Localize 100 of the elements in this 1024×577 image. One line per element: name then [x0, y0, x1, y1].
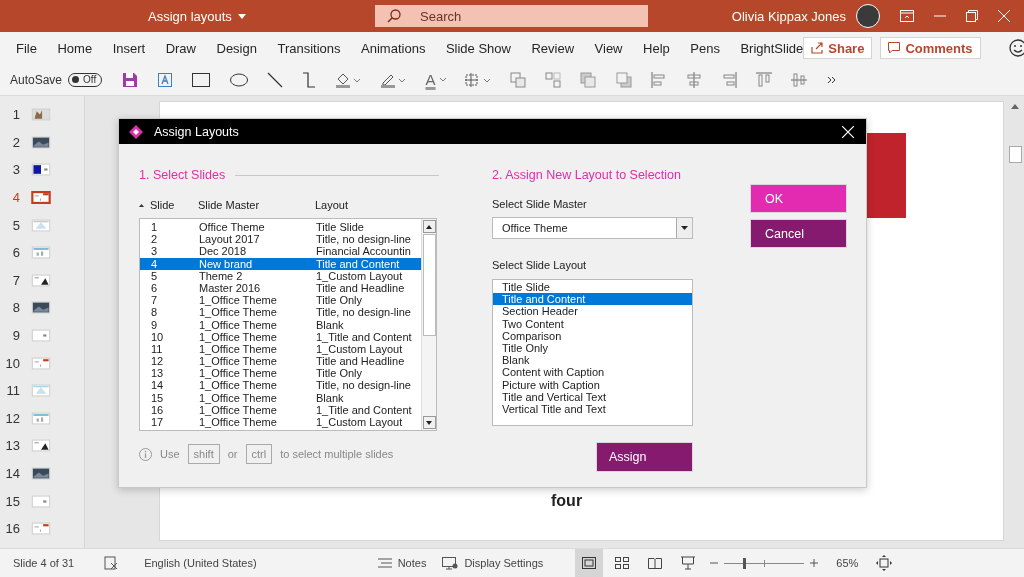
scroll-up-button[interactable]	[422, 220, 436, 233]
grid-icon	[615, 557, 630, 569]
slide-number: 9	[11, 328, 20, 344]
slide-row[interactable]: 4 New brand Title and Content	[140, 257, 421, 270]
text-box-icon[interactable]	[157, 71, 174, 88]
ribbon-tab[interactable]: Review	[531, 40, 575, 56]
slide-row[interactable]: 12 1_Office Theme Title and Headline	[140, 355, 421, 368]
shape-fill-icon[interactable]	[335, 71, 362, 88]
slide-count: Slide 4 of 31	[13, 557, 75, 569]
slide-row[interactable]: 3 Dec 2018 Financial Accountin	[140, 245, 421, 258]
layout-option[interactable]: Title Slide	[493, 281, 692, 294]
restore-icon[interactable]	[966, 10, 978, 22]
user-name: Olivia Kippax Jones	[731, 8, 846, 24]
column-header[interactable]: Layout	[315, 199, 349, 211]
diamond-logo-icon	[128, 123, 144, 140]
layout-option[interactable]: Title Only	[493, 341, 692, 355]
layout-option[interactable]: Two Content	[493, 317, 692, 330]
slide-row[interactable]: 17 1_Office Theme 1_Custom Layout	[140, 416, 421, 429]
slide-number: 14	[4, 466, 20, 481]
slide-number: 8	[11, 300, 20, 316]
scrollbar-thumb[interactable]	[422, 234, 436, 336]
zoom-slider-thumb[interactable]	[742, 557, 746, 569]
layout-option[interactable]: Picture with Caption	[493, 378, 692, 391]
layout-option[interactable]: Comparison	[493, 329, 692, 342]
slide-row[interactable]: 9 1_Office Theme Blank	[140, 318, 421, 331]
scroll-down-button[interactable]	[422, 416, 436, 429]
ribbon-tab[interactable]: Slide Show	[445, 40, 511, 56]
ribbon-tab[interactable]: BrightSlide	[740, 40, 804, 56]
arrange-icon[interactable]	[464, 71, 491, 88]
slide-row[interactable]: 15 1_Office Theme Blank	[140, 391, 421, 404]
line-icon[interactable]	[266, 71, 283, 88]
slide-thumbnail[interactable]	[31, 191, 51, 205]
slide-row[interactable]: 16 1_Office Theme 1_Title and Content	[140, 403, 421, 416]
close-icon[interactable]	[842, 125, 854, 138]
slide-row[interactable]: 7 1_Office Theme Title Only	[140, 294, 421, 307]
ribbon-tab[interactable]: Home	[57, 40, 93, 56]
slide-row[interactable]: 5 Theme 2 1_Custom Layout	[140, 269, 421, 282]
align-middle-icon[interactable]	[791, 71, 808, 88]
layout-option[interactable]: Title and Vertical Text	[493, 390, 692, 403]
connector-icon[interactable]	[302, 71, 316, 88]
dropdown-arrow-icon	[681, 226, 688, 230]
scroll-up-icon[interactable]	[1011, 104, 1019, 109]
normal-view-button[interactable]	[575, 549, 604, 577]
slide-row[interactable]: 8 1_Office Theme Title, no design-line	[140, 306, 421, 319]
ribbon-tab[interactable]: Insert	[112, 40, 146, 56]
ribbon-tab[interactable]: Design	[216, 40, 257, 56]
zoom-in-icon[interactable]	[810, 559, 819, 567]
comments-button[interactable]: Comments	[880, 37, 981, 59]
cancel-button[interactable]: Cancel	[750, 219, 847, 248]
info-icon	[139, 447, 152, 461]
slide-row[interactable]: 10 1_Office Theme 1_Title and Content	[140, 330, 421, 343]
share-button[interactable]: Share	[803, 37, 873, 59]
more-icon[interactable]	[826, 75, 837, 84]
column-header[interactable]: Slide	[150, 199, 175, 211]
align-center-icon[interactable]	[685, 71, 702, 88]
slide-row[interactable]: 11 1_Office Theme 1_Custom Layout	[140, 342, 421, 356]
font-color-button[interactable]: A	[425, 71, 446, 88]
layout-option[interactable]: Vertical Title and Text	[493, 402, 692, 416]
slide-row[interactable]: 2 Layout 2017 Title, no design-line	[140, 233, 421, 246]
scroll-up-icon	[426, 224, 432, 229]
notes-button[interactable]: Notes	[377, 557, 427, 569]
ribbon-tab[interactable]: Help	[643, 40, 670, 56]
layout-option[interactable]: Title and Content	[493, 293, 692, 306]
scrollbar-thumb[interactable]	[1008, 146, 1022, 163]
sort-icon	[139, 203, 144, 207]
search-icon	[387, 9, 401, 23]
ribbon-tab[interactable]: Transitions	[277, 40, 341, 56]
oval-icon[interactable]	[229, 72, 248, 87]
slide-list[interactable]	[139, 218, 437, 431]
column-header[interactable]: Slide Master	[198, 199, 315, 211]
save-icon[interactable]	[122, 71, 139, 88]
rectangle-icon[interactable]	[192, 72, 211, 87]
slide-number: 13	[4, 438, 20, 454]
slide-master-dropdown[interactable]: Office Theme	[492, 217, 693, 239]
slide-row[interactable]: 14 1_Office Theme Title, no design-line	[140, 379, 421, 392]
language-status[interactable]: English (United States)	[144, 557, 257, 569]
ribbon-display-icon[interactable]	[900, 10, 914, 22]
ribbon-tab[interactable]: File	[16, 40, 37, 56]
display-settings-button[interactable]: Display Settings	[442, 556, 544, 570]
zoom-level[interactable]: 65%	[836, 557, 859, 569]
layout-option[interactable]: Blank	[493, 354, 692, 367]
caret-icon	[237, 13, 246, 19]
ribbon-tab[interactable]: Pens	[690, 40, 720, 56]
fit-slide-icon[interactable]	[876, 555, 893, 571]
document-title[interactable]: Assign layouts	[148, 8, 232, 24]
accessibility-icon[interactable]	[104, 556, 119, 570]
slide-row[interactable]: 1 Office Theme Title Slide	[140, 221, 421, 234]
ribbon-tab[interactable]: Animations	[361, 40, 426, 56]
ribbon-tab[interactable]: View	[594, 40, 623, 56]
layout-option[interactable]: Content with Caption	[493, 366, 692, 379]
smiley-icon[interactable]	[1008, 39, 1024, 57]
layout-option[interactable]: Section Header	[493, 305, 692, 318]
slide-row[interactable]: 13 1_Office Theme Title Only	[140, 367, 421, 380]
avatar[interactable]	[856, 4, 880, 28]
layout-list[interactable]: Title Slide Title and Content Section Header Two Content Comparison Title Only Blank Content with Caption Picture with Caption Title and Vertical Text Vertical Title and Text	[492, 279, 693, 426]
ribbon-tab[interactable]: Draw	[165, 40, 196, 56]
slide-row[interactable]: 6 Master 2016 Title and Headline	[140, 281, 421, 295]
assign-button[interactable]: Assign	[596, 442, 693, 472]
ok-button[interactable]: OK	[750, 184, 847, 213]
search-field[interactable]: Search	[375, 5, 648, 27]
